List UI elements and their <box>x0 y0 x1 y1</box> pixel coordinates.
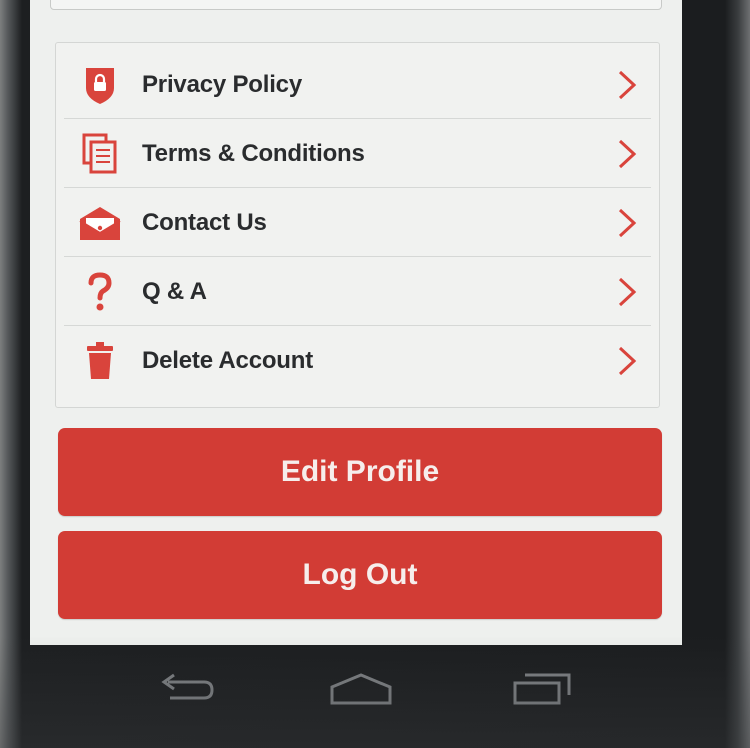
row-divider <box>64 187 651 188</box>
question-mark-icon <box>76 268 124 316</box>
menu-item-delete-account[interactable]: Delete Account <box>56 327 659 395</box>
menu-item-label: Privacy Policy <box>142 71 302 98</box>
app-screen: Privacy Policy Terms & Conditions Contac… <box>30 0 682 645</box>
back-icon[interactable] <box>150 667 220 711</box>
chevron-right-icon <box>618 346 637 376</box>
system-navigation-bar <box>30 645 682 735</box>
menu-item-privacy-policy[interactable]: Privacy Policy <box>56 51 659 119</box>
settings-menu: Privacy Policy Terms & Conditions Contac… <box>55 42 660 408</box>
menu-item-q-and-a[interactable]: Q & A <box>56 258 659 326</box>
menu-item-label: Q & A <box>142 278 207 305</box>
envelope-icon <box>76 199 124 247</box>
log-out-button[interactable]: Log Out <box>58 531 662 619</box>
menu-item-terms-conditions[interactable]: Terms & Conditions <box>56 120 659 188</box>
row-divider <box>64 118 651 119</box>
menu-item-label: Delete Account <box>142 347 314 374</box>
trash-icon <box>76 337 124 385</box>
home-icon[interactable] <box>326 667 396 711</box>
row-divider <box>64 256 651 257</box>
edit-profile-button[interactable]: Edit Profile <box>58 428 662 516</box>
menu-item-label: Terms & Conditions <box>142 140 365 167</box>
chevron-right-icon <box>618 277 637 307</box>
menu-item-label: Contact Us <box>142 209 267 236</box>
chevron-right-icon <box>618 70 637 100</box>
menu-item-contact-us[interactable]: Contact Us <box>56 189 659 257</box>
shield-lock-icon <box>76 61 124 109</box>
chevron-right-icon <box>618 139 637 169</box>
documents-icon <box>76 130 124 178</box>
recent-apps-icon[interactable] <box>506 667 576 711</box>
top-card-edge <box>50 0 662 10</box>
chevron-right-icon <box>618 208 637 238</box>
row-divider <box>64 325 651 326</box>
